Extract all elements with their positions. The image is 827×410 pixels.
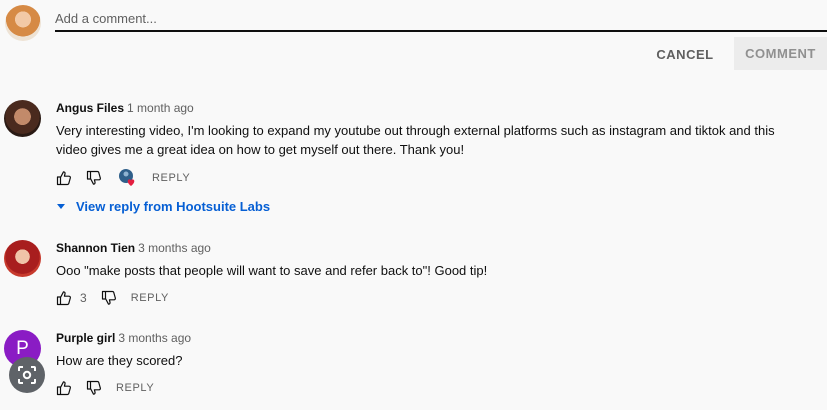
comment-actions: REPLY bbox=[56, 168, 190, 188]
reply-button[interactable]: REPLY bbox=[152, 172, 190, 184]
like-count: 3 bbox=[80, 291, 87, 305]
comment-header: Purple girl 3 months ago bbox=[56, 331, 191, 345]
add-comment-row: CANCEL COMMENT bbox=[0, 0, 827, 75]
comment-author[interactable]: Angus Files bbox=[56, 101, 124, 115]
thumb-up-icon[interactable] bbox=[56, 170, 72, 186]
comment-submit-button[interactable]: COMMENT bbox=[734, 37, 827, 70]
thumb-down-icon[interactable] bbox=[101, 290, 117, 306]
reply-button[interactable]: REPLY bbox=[131, 292, 169, 304]
avatar[interactable] bbox=[4, 100, 41, 137]
comment-actions: 3 REPLY bbox=[56, 290, 169, 306]
current-user-avatar bbox=[5, 5, 41, 41]
comments-section: CANCEL COMMENT Angus Files1 month ago Ve… bbox=[0, 0, 827, 410]
view-replies-button[interactable]: View reply from Hootsuite Labs bbox=[56, 199, 270, 214]
comment-time[interactable]: 1 month ago bbox=[127, 101, 194, 115]
comment-author[interactable]: Purple girl bbox=[56, 331, 115, 345]
comment-actions: REPLY bbox=[56, 380, 154, 396]
comment-header: Shannon Tien 3 months ago bbox=[56, 241, 211, 255]
view-replies-label: View reply from Hootsuite Labs bbox=[76, 199, 271, 214]
thumb-down-icon[interactable] bbox=[86, 380, 102, 396]
reply-button[interactable]: REPLY bbox=[116, 382, 154, 394]
thumb-up-icon[interactable] bbox=[56, 290, 72, 306]
avatar[interactable] bbox=[4, 240, 41, 277]
add-comment-input[interactable] bbox=[55, 6, 827, 32]
creator-heart-icon bbox=[118, 168, 138, 188]
comment-text: How are they scored? bbox=[56, 353, 183, 368]
comment-text: Very interesting video, I'm looking to e… bbox=[56, 123, 775, 157]
comment-time[interactable]: 3 months ago bbox=[118, 331, 191, 345]
comment-time[interactable]: 3 months ago bbox=[138, 241, 211, 255]
lens-search-icon[interactable] bbox=[9, 357, 45, 393]
cancel-button[interactable]: CANCEL bbox=[646, 38, 724, 70]
comment-text: Ooo "make posts that people will want to… bbox=[56, 263, 488, 278]
thumb-down-icon[interactable] bbox=[86, 170, 102, 186]
thumb-up-icon[interactable] bbox=[56, 380, 72, 396]
comment-header: Angus Files 1 month ago bbox=[56, 101, 194, 115]
comment-author[interactable]: Shannon Tien bbox=[56, 241, 135, 255]
caret-down-icon bbox=[57, 203, 65, 209]
